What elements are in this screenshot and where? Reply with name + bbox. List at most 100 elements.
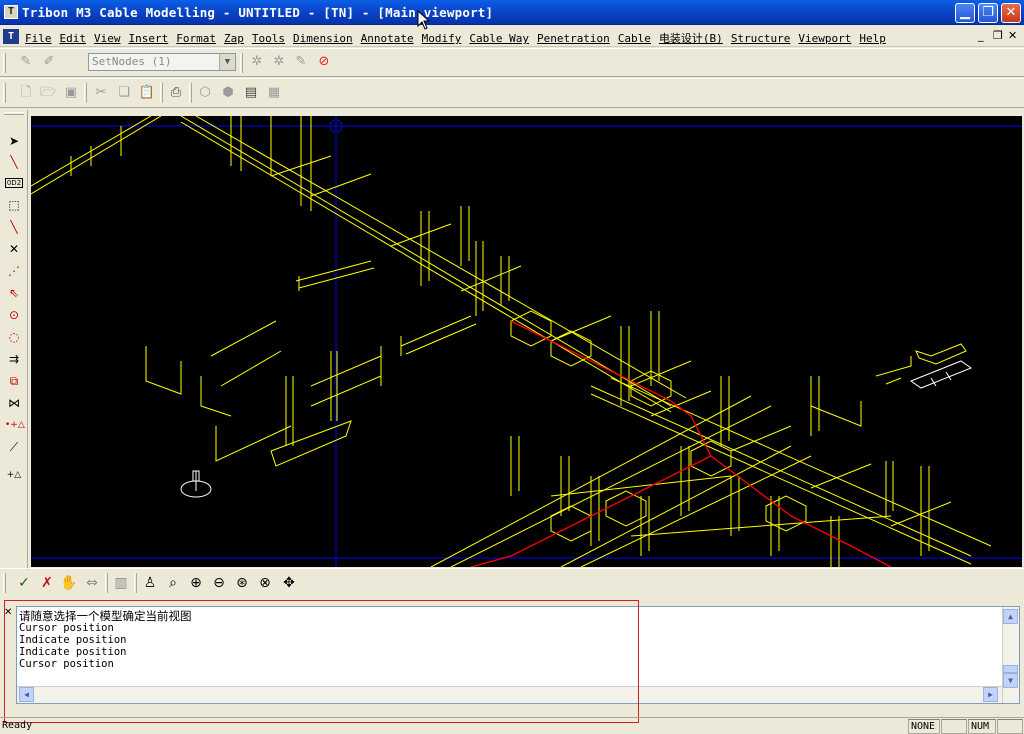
restore-button[interactable]: ❐ bbox=[978, 3, 998, 23]
title-bar[interactable]: T Tribon M3 Cable Modelling - UNTITLED -… bbox=[0, 0, 1024, 25]
brush-icon[interactable]: ♙ bbox=[141, 574, 159, 592]
minimize-button[interactable]: ▁ bbox=[955, 3, 975, 23]
menu-list: File Edit View Insert Format Zap Tools Dimensio… bbox=[25, 30, 894, 46]
table-icon[interactable]: ▦ bbox=[265, 84, 283, 102]
zoom-out-icon[interactable]: ⊖ bbox=[210, 574, 228, 592]
node-arrow-icon[interactable]: ⇖ bbox=[5, 284, 23, 302]
node-icon[interactable]: ⋰ bbox=[5, 262, 23, 280]
scroll-down-icon[interactable]: ▼ bbox=[1003, 673, 1018, 688]
cancel-x-icon[interactable]: ✗ bbox=[38, 574, 56, 592]
add-delta-icon[interactable]: •+△ bbox=[5, 416, 25, 434]
status-text: Ready bbox=[2, 720, 33, 731]
menu-item[interactable]: Tools bbox=[252, 32, 285, 45]
menu-item[interactable]: Cable Way bbox=[469, 32, 529, 45]
menu-item[interactable]: Help bbox=[859, 32, 886, 45]
pencil-disabled-icon-2[interactable]: ✎ bbox=[292, 53, 310, 71]
status-pane-empty bbox=[941, 719, 967, 734]
document-icon[interactable]: T bbox=[3, 29, 19, 44]
point-circle-icon[interactable]: ⊙ bbox=[5, 306, 23, 324]
status-pane-empty-2 bbox=[997, 719, 1023, 734]
scroll-right-icon[interactable]: ▶ bbox=[983, 687, 998, 702]
mdi-minimize-button[interactable]: _ bbox=[978, 29, 984, 42]
main-viewport[interactable] bbox=[31, 116, 1022, 567]
highlight-annotation-box bbox=[4, 600, 639, 723]
menu-item[interactable]: Format bbox=[176, 32, 216, 45]
toolbar-grip[interactable] bbox=[3, 53, 6, 73]
rectangle-icon[interactable]: ⧉ bbox=[5, 372, 23, 390]
properties-icon[interactable]: ▤ bbox=[242, 84, 260, 102]
gear-disabled-icon[interactable]: ✲ bbox=[248, 53, 266, 71]
chevron-down-icon[interactable]: ▼ bbox=[219, 54, 235, 70]
mdi-close-button[interactable]: ✕ bbox=[1008, 29, 1017, 42]
cubes-icon[interactable]: ⬢ bbox=[219, 84, 237, 102]
toolbar-grip[interactable] bbox=[134, 573, 137, 593]
menu-item[interactable]: Annotate bbox=[361, 32, 414, 45]
arc-icon[interactable]: ◌ bbox=[5, 328, 23, 346]
left-toolbar: ➤ ╲ 0D2 ⬚ ╲ ✕ ⋰ ⇖ ⊙ ◌ ⇉ ⧉ ⋈ •+△ ⟋ +△ bbox=[0, 110, 28, 570]
toolbar-grip[interactable] bbox=[160, 83, 163, 103]
scroll-up-icon[interactable]: ▲ bbox=[1003, 609, 1018, 624]
cut-icon[interactable]: ✂ bbox=[92, 84, 110, 102]
close-button[interactable]: ✕ bbox=[1001, 3, 1021, 23]
menu-item[interactable]: Modify bbox=[422, 32, 462, 45]
toolbar-grip[interactable] bbox=[4, 112, 24, 115]
pencil-edit-disabled-icon[interactable]: ✐ bbox=[40, 53, 58, 71]
save-icon[interactable]: ▣ bbox=[62, 84, 80, 102]
model-drawing[interactable] bbox=[31, 116, 1022, 567]
paste-icon[interactable]: 📋 bbox=[138, 84, 156, 102]
zoom-extents-icon[interactable]: ⊛ bbox=[233, 574, 251, 592]
toolbar-grip[interactable] bbox=[3, 573, 6, 593]
toolbar-grip[interactable] bbox=[105, 573, 108, 593]
menu-item[interactable]: Dimension bbox=[293, 32, 353, 45]
toolbar-grip[interactable] bbox=[189, 83, 192, 103]
menu-item[interactable]: Cable bbox=[618, 32, 651, 45]
scroll-thumb[interactable] bbox=[1003, 665, 1018, 673]
menu-item[interactable]: Edit bbox=[60, 32, 87, 45]
menu-item[interactable]: Insert bbox=[129, 32, 169, 45]
toolbar-grip[interactable] bbox=[3, 83, 6, 103]
gear-disabled-icon-2[interactable]: ✲ bbox=[270, 53, 288, 71]
print-icon[interactable]: ⎙ bbox=[167, 84, 185, 102]
wand-icon[interactable]: ⟋ bbox=[5, 438, 23, 456]
menu-item[interactable]: File bbox=[25, 32, 52, 45]
line-diagonal-icon[interactable]: ╲ bbox=[5, 218, 23, 236]
setnodes-dropdown[interactable]: SetNodes (1) ▼ bbox=[88, 53, 236, 71]
move-icon[interactable]: ✥ bbox=[280, 574, 298, 592]
vertical-scrollbar[interactable]: ▲ ▼ bbox=[1002, 607, 1019, 703]
stop-icon[interactable]: ⊘ bbox=[315, 53, 333, 71]
toolbar-grip[interactable] bbox=[84, 83, 87, 103]
dimension-icon[interactable]: 0D2 bbox=[5, 178, 23, 188]
app-icon[interactable]: T bbox=[4, 5, 18, 19]
pencil-disabled-icon[interactable]: ✎ bbox=[17, 53, 35, 71]
menu-item[interactable]: Penetration bbox=[537, 32, 610, 45]
ok-check-icon[interactable]: ✓ bbox=[15, 574, 33, 592]
menu-item[interactable]: 电装设计(B) bbox=[659, 30, 723, 46]
open-folder-icon[interactable]: 🗁 bbox=[39, 84, 57, 102]
add-delta-icon-2[interactable]: +△ bbox=[5, 466, 23, 484]
menu-item[interactable]: View bbox=[94, 32, 121, 45]
mdi-restore-button[interactable]: ❐ bbox=[993, 29, 1003, 42]
line-tool-icon[interactable]: ╲ bbox=[5, 153, 23, 171]
link-icon[interactable]: ⇔ bbox=[83, 574, 101, 592]
menu-bar: T File Edit View Insert Format Zap Tools Dimens… bbox=[0, 26, 1024, 47]
zoom-window-icon[interactable]: ⌕ bbox=[164, 574, 182, 592]
axis-lines bbox=[31, 116, 1022, 567]
arrows-icon[interactable]: ⇉ bbox=[5, 350, 23, 368]
zoom-previous-icon[interactable]: ⊗ bbox=[256, 574, 274, 592]
copy-icon[interactable]: ❏ bbox=[115, 84, 133, 102]
grid-icon[interactable]: ▥ bbox=[112, 574, 130, 592]
coordinate-marker bbox=[180, 360, 973, 498]
menu-item[interactable]: Viewport bbox=[798, 32, 851, 45]
select-arrow-icon[interactable]: ➤ bbox=[5, 132, 23, 150]
split-icon[interactable]: ⋈ bbox=[5, 394, 23, 412]
cross-icon[interactable]: ✕ bbox=[5, 240, 23, 258]
menu-item[interactable]: Structure bbox=[731, 32, 791, 45]
zoom-in-icon[interactable]: ⊕ bbox=[187, 574, 205, 592]
cube-icon[interactable]: ⬡ bbox=[196, 84, 214, 102]
box-icon[interactable]: ⬚ bbox=[5, 196, 23, 214]
pan-hand-icon[interactable]: ✋ bbox=[60, 574, 78, 592]
status-bar: Ready NONE NUM bbox=[0, 717, 1024, 734]
menu-item[interactable]: Zap bbox=[224, 32, 244, 45]
toolbar-grip[interactable] bbox=[240, 53, 243, 73]
new-file-icon[interactable]: 🗋 bbox=[17, 84, 35, 102]
